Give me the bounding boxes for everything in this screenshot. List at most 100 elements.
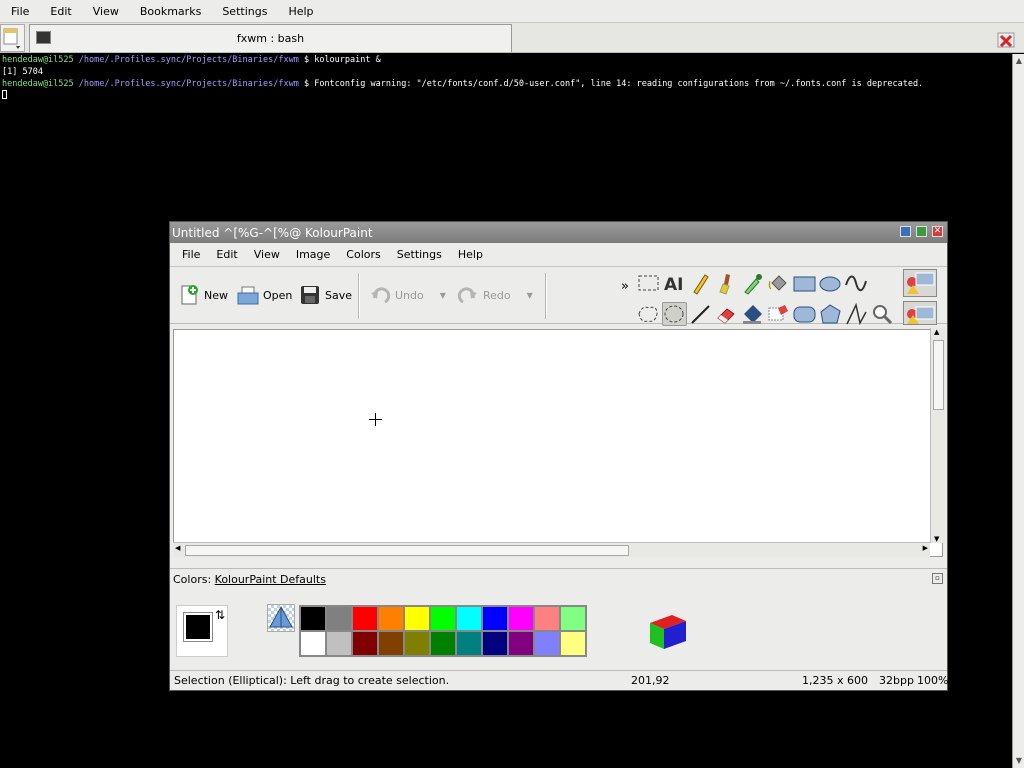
menu-edit[interactable]: Edit [39,0,81,23]
kp-menu-file[interactable]: File [174,248,208,261]
color-swatch[interactable] [456,606,482,631]
zoom-tool-2[interactable] [766,302,791,326]
polygon-tool[interactable] [818,302,843,326]
color-swatch[interactable] [430,606,456,631]
color-swatch[interactable] [430,631,456,656]
color-swatch[interactable] [378,631,404,656]
menu-settings[interactable]: Settings [211,0,277,23]
color-swatch[interactable] [352,606,378,631]
menu-view[interactable]: View [82,0,129,23]
kp-menu-edit[interactable]: Edit [208,248,245,261]
flood-fill-tool[interactable] [766,271,791,295]
redo-button[interactable]: Redo ▼ [457,280,533,310]
ellipse-tool[interactable] [818,271,843,295]
tab-fxwm-bash[interactable]: fxwm : bash [29,24,512,52]
text-tool[interactable]: AI [662,271,687,295]
ellipse-select-tool[interactable] [662,302,687,326]
new-tab-button[interactable] [0,24,25,52]
kp-menu-help[interactable]: Help [450,248,491,261]
scroll-down-arrow-icon[interactable]: ▼ [934,535,939,543]
undock-icon[interactable]: ▫ [932,573,943,584]
colors-palette-name[interactable]: KolourPaint Defaults [215,573,326,586]
color-swatch[interactable] [560,606,586,631]
scroll-down-arrow-icon[interactable]: ▼ [1014,756,1024,766]
curve-tool[interactable] [844,271,869,295]
terminal-line: [1] 5704 [2,66,1012,78]
drawing-canvas[interactable] [173,329,943,557]
canvas-vertical-scrollbar[interactable]: ▲ ▼ [930,328,945,543]
maximize-button[interactable] [916,226,927,237]
scroll-left-arrow-icon[interactable]: ◀ [175,544,180,552]
color-swatch[interactable] [508,631,534,656]
color-swatch[interactable] [560,631,586,656]
undo-button[interactable]: Undo ▼ [369,280,446,310]
prompt-path: /home/.Profiles.sync/Projects/Binaries/f… [78,55,299,65]
brush-tool[interactable] [714,271,739,295]
polyline-tool[interactable] [844,302,869,326]
color-swatch[interactable] [352,631,378,656]
zoom-tool[interactable] [870,302,895,326]
color-swatch[interactable] [482,631,508,656]
color-swatch[interactable] [508,606,534,631]
open-button[interactable]: Open [237,280,292,310]
color-swatch[interactable] [300,606,326,631]
canvas-horizontal-scrollbar[interactable]: ◀ ▶ [173,542,930,557]
line-tool[interactable] [688,302,713,326]
redo-dropdown-icon[interactable]: ▼ [527,291,533,300]
close-tab-button[interactable] [996,27,1020,51]
minimize-button[interactable] [900,226,911,237]
menu-help[interactable]: Help [277,0,323,23]
kp-menu-view[interactable]: View [246,248,288,261]
scroll-up-arrow-icon[interactable]: ▲ [934,328,939,336]
terminal-text: Fontconfig warning: "/etc/fonts/conf.d/5… [314,79,924,89]
color-swatch[interactable] [456,631,482,656]
eraser-icon [717,308,735,324]
color-picker-tool[interactable] [740,271,765,295]
transparent-color-button[interactable] [267,604,295,632]
new-button[interactable]: New [178,280,228,310]
rounded-rect-tool[interactable] [792,302,817,326]
undo-dropdown-icon[interactable]: ▼ [440,291,446,300]
color-swatch[interactable] [404,631,430,656]
color-washer-icon [743,305,762,324]
tool-box: AI [633,271,895,327]
color-similarity-cube-icon[interactable] [646,611,690,653]
kp-menu-settings[interactable]: Settings [389,248,450,261]
terminal-text: kolourpaint & [314,55,381,65]
color-washer-tool[interactable] [740,302,765,326]
transparent-selection-option[interactable] [903,301,937,325]
scroll-right-arrow-icon[interactable]: ▶ [923,544,928,552]
swap-colors-icon[interactable]: ⇅ [215,608,229,624]
eraser-tool[interactable] [714,302,739,326]
save-button[interactable]: Save [299,280,352,310]
color-swatch[interactable] [300,631,326,656]
free-select-tool[interactable] [636,302,661,326]
menu-bookmarks[interactable]: Bookmarks [129,0,211,23]
color-swatch[interactable] [326,606,352,631]
pen-tool[interactable] [688,271,713,295]
kp-menu-image[interactable]: Image [288,248,338,261]
rect-select-tool[interactable] [636,271,661,295]
scroll-up-arrow-icon[interactable]: ▲ [1014,56,1024,66]
foreground-color[interactable] [183,612,213,642]
color-swatch[interactable] [378,606,404,631]
vertical-scroll-thumb[interactable] [933,340,944,410]
opaque-selection-option[interactable] [903,269,937,297]
color-swatch[interactable] [404,606,430,631]
rect-select-icon [638,275,659,291]
color-swatch[interactable] [534,631,560,656]
kp-menu-colors[interactable]: Colors [338,248,388,261]
terminal-scrollbar[interactable]: ▲ ▼ [1012,54,1024,768]
prompt-user: hendedaw@il525 [2,55,74,65]
crosshair-cursor-icon [369,413,382,426]
rectangle-tool[interactable] [792,271,817,295]
close-window-button[interactable]: ✕ [932,226,943,237]
menu-file[interactable]: File [0,0,39,23]
toolbar-overflow-button[interactable]: » [621,279,629,294]
kolourpaint-titlebar[interactable]: Untitled ^[%G-^[%@ KolourPaint ✕ [170,222,947,243]
color-swatch[interactable] [326,631,352,656]
color-swatch[interactable] [534,606,560,631]
horizontal-scroll-thumb[interactable] [185,545,629,556]
color-swatch[interactable] [482,606,508,631]
foreground-background-colors[interactable]: ⇅ [176,605,228,657]
